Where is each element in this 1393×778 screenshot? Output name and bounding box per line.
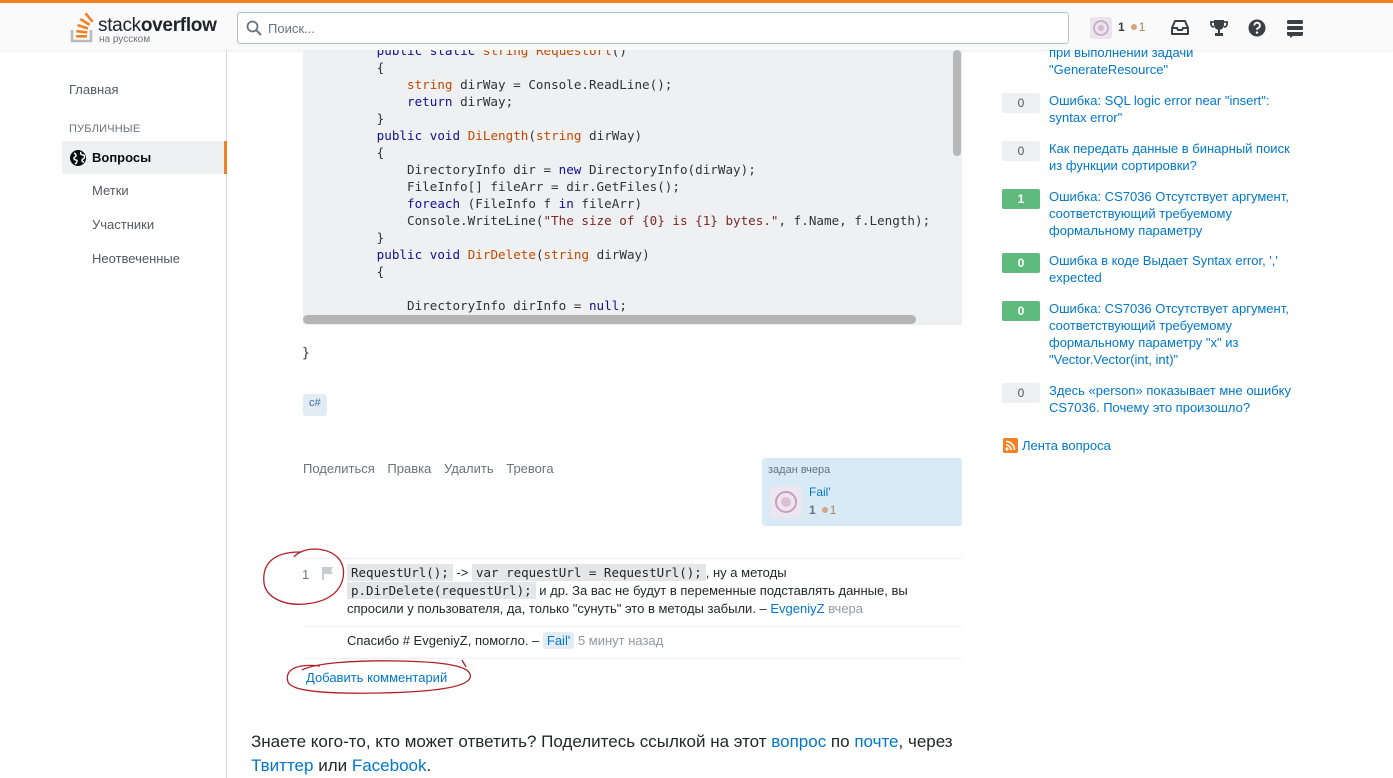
share-prompt: Знаете кого-то, кто может ответить? Поде…	[251, 732, 953, 775]
search-box[interactable]	[237, 12, 1069, 44]
brand-subtitle: на русском	[99, 34, 151, 45]
nav-questions-label: Вопросы	[92, 150, 152, 165]
code-text: public static string RequestUrl() { stri…	[376, 50, 931, 313]
question-title[interactable]: Как передать данные в бинарный поиск из …	[1049, 140, 1299, 174]
trophy-icon[interactable]	[1209, 18, 1229, 38]
question-score: 0	[1002, 301, 1040, 321]
question-title[interactable]: Ошибка: CS7036 Отсутствует аргумент, соо…	[1049, 188, 1299, 239]
share-link[interactable]: Поделиться	[303, 461, 375, 476]
rss-icon	[1003, 438, 1018, 453]
search-icon	[246, 20, 262, 36]
stack-logo-icon	[70, 12, 94, 43]
post-menu: Поделиться Правка Удалить Тревога	[303, 461, 563, 476]
comment: RequestUrl(); -> var requestUrl = Reques…	[347, 564, 908, 616]
question-score: 0	[1002, 383, 1040, 403]
flag-icon[interactable]	[321, 566, 335, 580]
author-reputation: 11	[809, 503, 837, 517]
nav-home[interactable]: Главная	[69, 82, 118, 97]
nav-section-public: ПУБЛИЧНЫЕ	[69, 123, 141, 135]
nav-tags[interactable]: Метки	[92, 183, 129, 198]
reputation: 11	[1118, 20, 1146, 34]
comment-user[interactable]: Fail'	[542, 632, 575, 649]
divider	[303, 558, 962, 559]
nav-users[interactable]: Участники	[92, 217, 154, 232]
share-question-link[interactable]: вопрос	[771, 732, 826, 751]
question-title[interactable]: Ошибка: CS7036 Отсутствует аргумент, соо…	[1049, 300, 1299, 368]
avatar[interactable]	[770, 486, 802, 518]
code-horizontal-scrollbar[interactable]	[303, 315, 916, 324]
comment: Спасибо # EvgeniyZ, помогло. – Fail' 5 м…	[347, 632, 664, 649]
avatar	[1090, 17, 1112, 39]
add-comment-link[interactable]: Добавить комментарий	[306, 670, 447, 685]
question-score: 0	[1002, 141, 1040, 161]
related-question-partial[interactable]: при выполнении задачи "GenerateResource"	[1049, 44, 1299, 78]
share-email-link[interactable]: почте	[854, 732, 898, 751]
tag-csharp[interactable]: c#	[303, 394, 327, 416]
bronze-badge-icon	[1130, 24, 1137, 31]
search-input[interactable]	[268, 18, 1048, 38]
bronze-badge-icon	[821, 507, 828, 514]
left-sidebar: Главная ПУБЛИЧНЫЕ Вопросы Метки Участник…	[0, 50, 227, 778]
code-block[interactable]: public static string RequestUrl() { stri…	[303, 50, 962, 325]
question-title[interactable]: Здесь «person» показывает мне ошибку CS7…	[1049, 382, 1299, 416]
divider	[303, 658, 962, 659]
author-name[interactable]: Fail'	[809, 485, 831, 499]
comment-user[interactable]: EvgeniyZ	[770, 601, 824, 616]
question-feed-link[interactable]: Лента вопроса	[1003, 438, 1111, 453]
share-facebook-link[interactable]: Facebook	[352, 756, 427, 775]
site-switcher-icon[interactable]	[1285, 18, 1305, 38]
comment-score: 1	[302, 567, 310, 582]
code-closing-brace: }	[302, 346, 310, 361]
question-score: 1	[1002, 189, 1040, 209]
help-icon[interactable]	[1247, 18, 1267, 38]
globe-icon	[70, 150, 86, 166]
code-vertical-scrollbar[interactable]	[953, 50, 961, 156]
nav-unanswered[interactable]: Неотвеченные	[92, 251, 180, 266]
flag-link[interactable]: Тревога	[506, 461, 553, 476]
delete-link[interactable]: Удалить	[444, 461, 494, 476]
comment-date[interactable]: вчера	[828, 601, 863, 616]
owner-card: задан вчера Fail' 11	[762, 458, 962, 526]
asked-time: задан вчера	[768, 464, 831, 476]
question-title[interactable]: Ошибка в коде Выдает Syntax error, ',' e…	[1049, 252, 1299, 286]
question-score: 0	[1002, 93, 1040, 113]
share-twitter-link[interactable]: Твиттер	[251, 756, 313, 775]
question-title[interactable]: Ошибка: SQL logic error near "insert": s…	[1049, 92, 1299, 126]
edit-link[interactable]: Правка	[387, 461, 431, 476]
nav-questions[interactable]: Вопросы	[62, 141, 227, 174]
comment-date[interactable]: 5 минут назад	[578, 633, 663, 648]
question-score: 0	[1002, 253, 1040, 273]
divider	[303, 626, 962, 627]
inbox-icon[interactable]	[1170, 18, 1190, 38]
top-bar: stackoverflow на русском 11	[0, 0, 1393, 50]
